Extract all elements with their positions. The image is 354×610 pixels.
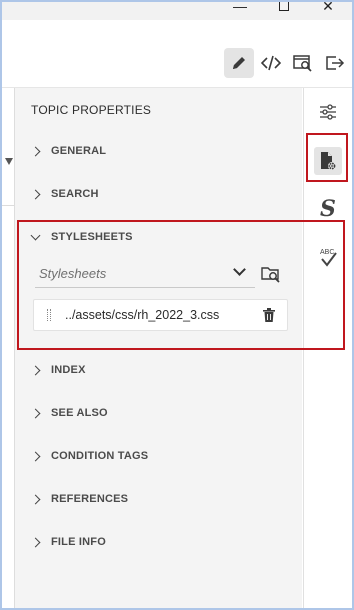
editor-edge: [2, 88, 15, 608]
section-stylesheets[interactable]: STYLESHEETS: [30, 226, 133, 248]
section-file-info[interactable]: FILE INFO: [30, 531, 106, 553]
section-label: SEE ALSO: [51, 407, 108, 419]
topic-properties-panel: TOPIC PROPERTIES GENERAL SEARCH STYLESHE…: [15, 88, 302, 608]
chevron-right-icon: [30, 189, 41, 199]
trash-icon[interactable]: [263, 308, 275, 322]
document-settings-icon: [321, 152, 336, 170]
chevron-down-icon: [30, 230, 41, 240]
minimize-button[interactable]: —: [230, 2, 250, 16]
chevron-right-icon: [30, 408, 41, 418]
stylesheet-item[interactable]: ../assets/css/rh_2022_3.css: [33, 299, 288, 331]
preview-button[interactable]: [288, 48, 318, 78]
section-label: GENERAL: [51, 145, 107, 157]
section-label: INDEX: [51, 364, 86, 376]
code-icon: [261, 55, 281, 71]
source-view-button[interactable]: [256, 48, 286, 78]
section-search[interactable]: SEARCH: [30, 183, 99, 205]
divider: [2, 205, 14, 206]
sliders-icon: [320, 104, 336, 120]
export-button[interactable]: [320, 48, 350, 78]
section-label: CONDITION TAGS: [51, 450, 149, 462]
maximize-button[interactable]: [274, 2, 294, 16]
right-sidebar: S ABC: [303, 88, 352, 608]
settings-button[interactable]: [314, 98, 342, 126]
section-index[interactable]: INDEX: [30, 359, 86, 381]
section-see-also[interactable]: SEE ALSO: [30, 402, 108, 424]
chevron-right-icon: [30, 365, 41, 375]
editor-toolbar: [2, 40, 352, 88]
styles-button[interactable]: S: [314, 195, 342, 223]
stylesheet-path: ../assets/css/rh_2022_3.css: [65, 308, 220, 322]
chevron-right-icon: [30, 494, 41, 504]
edit-mode-button[interactable]: [224, 48, 254, 78]
chevron-right-icon: [30, 146, 41, 156]
chevron-down-icon: [233, 263, 246, 276]
title-bar: — ✕: [2, 2, 352, 20]
folder-search-icon: [261, 267, 280, 283]
browse-stylesheet-button[interactable]: [261, 264, 281, 284]
svg-text:ABC: ABC: [320, 249, 334, 256]
drag-handle-icon[interactable]: [47, 309, 51, 321]
section-label: FILE INFO: [51, 536, 106, 548]
section-label: REFERENCES: [51, 493, 129, 505]
preview-icon: [293, 55, 312, 72]
spell-check-button[interactable]: ABC: [314, 243, 342, 271]
stylesheets-dropdown[interactable]: Stylesheets: [35, 261, 255, 288]
section-label: STYLESHEETS: [51, 231, 133, 243]
spellcheck-icon: ABC: [320, 249, 337, 267]
dropdown-placeholder: Stylesheets: [39, 266, 107, 281]
chevron-right-icon: [30, 537, 41, 547]
collapse-triangle-icon[interactable]: [5, 158, 13, 165]
topic-properties-button[interactable]: [314, 147, 342, 175]
section-general[interactable]: GENERAL: [30, 140, 107, 162]
maximize-icon: [279, 2, 289, 11]
section-label: SEARCH: [51, 188, 99, 200]
section-references[interactable]: REFERENCES: [30, 488, 129, 510]
panel-title: TOPIC PROPERTIES: [31, 103, 152, 117]
export-icon: [326, 56, 345, 70]
section-condition-tags[interactable]: CONDITION TAGS: [30, 445, 149, 467]
styles-s-icon: S: [320, 196, 336, 222]
close-button[interactable]: ✕: [318, 2, 338, 16]
chevron-right-icon: [30, 451, 41, 461]
app-window: — ✕ TOPIC PROPERTIES GENERAL SEARCH STYL…: [0, 0, 354, 610]
pencil-icon: [233, 57, 245, 69]
